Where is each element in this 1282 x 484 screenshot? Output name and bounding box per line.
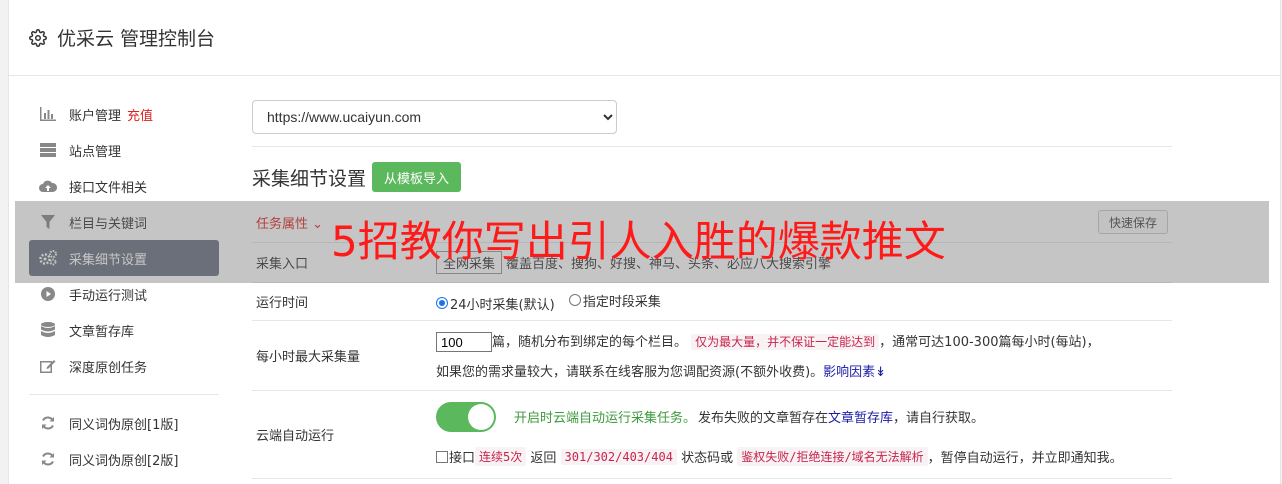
- cloud-text-4: 状态码或: [681, 451, 734, 466]
- runtime-label: 运行时间: [256, 296, 309, 311]
- sidebar-item-label: 同义词伪原创[2版]: [69, 453, 179, 469]
- cloud-text-2: ，请自行获取。: [893, 411, 985, 426]
- site-select[interactable]: https://www.ucaiyun.com: [252, 100, 617, 134]
- sidebar-item-account[interactable]: 账户管理 充值: [29, 96, 219, 132]
- section-header: 采集细节设置 从模板导入: [252, 161, 1172, 193]
- sidebar-divider: [29, 394, 219, 395]
- max-per-hour-row: 每小时最大采集量 篇，随机分布到绑定的每个栏目。 仅为最大量，并不保证一定能达到…: [252, 321, 1172, 391]
- cloud-auto-run-label: 云端自动运行: [256, 429, 335, 444]
- max-per-hour-label: 每小时最大采集量: [256, 350, 361, 365]
- runtime-24h-radio[interactable]: 24小时采集(默认): [436, 294, 555, 313]
- max-text-3: 如果您的需求量较大，请联系在线客服为您调配资源(不额外收费)。: [436, 364, 824, 380]
- radio-label: 24小时采集(默认): [450, 297, 555, 313]
- sidebar-item-label: 同义词伪原创[1版]: [69, 417, 179, 433]
- interface-checkbox[interactable]: [436, 450, 448, 463]
- sidebar-item-label: 深度原创任务: [69, 360, 148, 376]
- play-circle-icon: [39, 285, 57, 303]
- import-template-button[interactable]: 从模板导入: [372, 162, 462, 192]
- code-auth-failure: 鉴权失败/拒绝连接/域名无法解析: [737, 447, 928, 466]
- cloud-auto-run-toggle[interactable]: [436, 401, 496, 432]
- recharge-link[interactable]: 充值: [127, 105, 153, 124]
- sidebar-item-label: 站点管理: [69, 144, 122, 160]
- sidebar-item-article-storage[interactable]: 文章暂存库: [29, 312, 219, 348]
- article-storage-link[interactable]: 文章暂存库: [828, 407, 893, 426]
- max-per-hour-input[interactable]: [436, 332, 492, 352]
- radio-label: 指定时段采集: [582, 294, 661, 310]
- main-content: https://www.ucaiyun.com 采集细节设置 从模板导入 任务属…: [252, 100, 1172, 479]
- code-5-times: 连续5次: [475, 447, 527, 466]
- bar-chart-icon: [39, 105, 57, 123]
- runtime-row: 运行时间 24小时采集(默认) 指定时段采集: [252, 283, 1172, 321]
- link-label: 影响因素: [823, 364, 876, 380]
- radio-selected-icon: [436, 297, 448, 309]
- sidebar-item-synonym-v1[interactable]: 同义词伪原创[1版]: [29, 405, 219, 441]
- sidebar-item-label: 文章暂存库: [69, 324, 135, 340]
- cloud-auto-run-row: 云端自动运行 开启时云端自动运行采集任务。 发布失败的文章暂存在 文章暂存库 ，请自行…: [252, 391, 1172, 479]
- refresh-icon: [39, 414, 57, 432]
- sidebar-item-label: 接口文件相关: [69, 180, 148, 196]
- cloud-text-3: 返回: [530, 451, 557, 466]
- runtime-scheduled-radio[interactable]: 指定时段采集: [568, 291, 661, 310]
- sidebar-item-synonym-v2[interactable]: 同义词伪原创[2版]: [29, 441, 219, 477]
- max-text-1: 篇，随机分布到绑定的每个栏目。: [492, 334, 688, 350]
- checkbox-label: 接口: [449, 451, 476, 466]
- cloud-text-1: 发布失败的文章暂存在: [698, 411, 829, 426]
- server-icon: [39, 141, 57, 159]
- sidebar-item-label: 账户管理: [69, 108, 122, 124]
- max-note-code: 仅为最大量，并不保证一定能达到: [691, 333, 880, 350]
- sidebar-item-sites[interactable]: 站点管理: [29, 132, 219, 168]
- header: 优采云 管理控制台: [9, 0, 1280, 76]
- database-icon: [39, 321, 57, 339]
- code-status-codes: 301/302/403/404: [560, 448, 677, 465]
- gear-icon: [29, 28, 47, 47]
- max-text-2: ，通常可达100-300篇每小时(每站)，: [879, 334, 1100, 350]
- sidebar: 账户管理 充值 站点管理 接口文件相关 栏目与关键词 采集细节设置 手动运行测试…: [29, 96, 219, 477]
- section-title: 采集细节设置: [252, 167, 367, 190]
- cloud-strong-text: 开启时云端自动运行采集任务。: [514, 411, 697, 426]
- banner-overlay-text: 5招教你写出引人入胜的爆款推文: [331, 217, 946, 266]
- cloud-text-5: ，暂停自动运行，并立即通知我。: [927, 451, 1123, 466]
- sidebar-item-interface-files[interactable]: 接口文件相关: [29, 168, 219, 204]
- influence-factors-link[interactable]: 影响因素↡: [823, 365, 886, 380]
- divider: [252, 146, 1172, 147]
- page-title: 优采云 管理控制台: [57, 28, 216, 50]
- sidebar-item-label: 手动运行测试: [69, 288, 148, 304]
- radio-unselected-icon: [568, 294, 581, 306]
- refresh-icon: [39, 450, 57, 468]
- cloud-upload-icon: [39, 177, 57, 195]
- double-chevron-down-icon: ↡: [875, 364, 887, 380]
- sidebar-item-deep-original[interactable]: 深度原创任务: [29, 348, 219, 384]
- edit-icon: [39, 357, 57, 375]
